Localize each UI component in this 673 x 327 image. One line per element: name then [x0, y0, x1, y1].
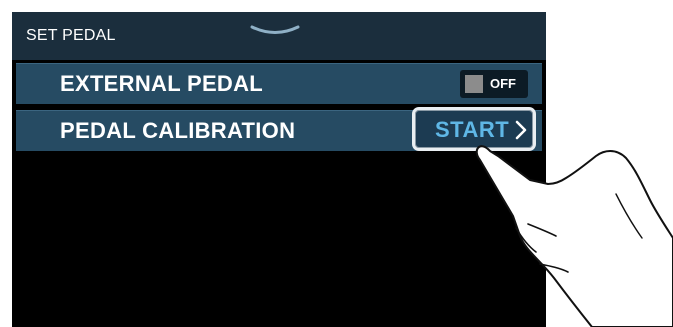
chevron-down-icon[interactable] [250, 24, 300, 40]
external-pedal-label: EXTERNAL PEDAL [60, 71, 264, 96]
toggle-knob [465, 75, 483, 93]
setting-row-pedal-calibration[interactable]: PEDAL CALIBRATION START [16, 107, 542, 151]
menu-header: SET PEDAL [12, 12, 546, 60]
device-screen: SET PEDAL EXTERNAL PEDAL OFF PEDAL CALIB… [12, 12, 546, 327]
hand-pointer-icon [475, 145, 673, 327]
toggle-state-label: OFF [490, 76, 516, 91]
external-pedal-toggle[interactable]: OFF [460, 70, 528, 98]
setting-row-external-pedal[interactable]: EXTERNAL PEDAL OFF [16, 63, 542, 104]
page-title: SET PEDAL [26, 27, 116, 44]
pedal-calibration-label: PEDAL CALIBRATION [60, 118, 296, 143]
